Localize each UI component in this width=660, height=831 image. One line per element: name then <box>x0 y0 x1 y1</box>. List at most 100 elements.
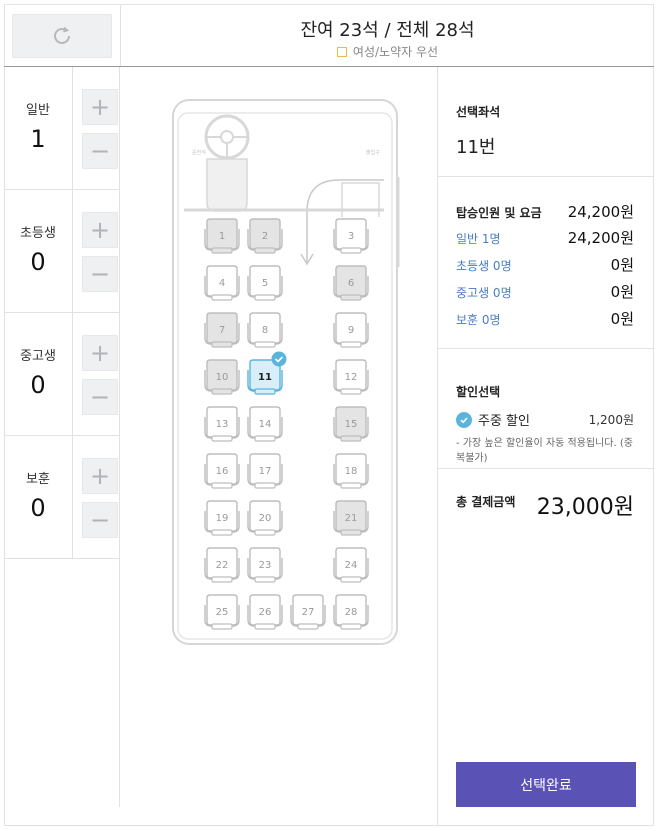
decrease-elementary-button[interactable]: − <box>82 256 118 292</box>
passenger-count: 0 <box>30 494 46 522</box>
seat-23[interactable]: 23 <box>247 547 283 583</box>
seat-17[interactable]: 17 <box>247 453 283 489</box>
discount-section: 할인선택 주중 할인 1,200원 - 가장 높은 할인율이 자동 적용됩니다.… <box>438 349 654 469</box>
summary-panel: 선택좌석 11번 탑승인원 및 요금 24,200원 일반 1명 24,200원… <box>437 67 654 826</box>
seat-number: 22 <box>216 560 229 571</box>
passenger-counter-panel: 일반 1 + − 초등생 0 + − 중고생 0 + − 보훈 0 + − <box>4 67 120 559</box>
fare-row-value: 0원 <box>610 283 634 301</box>
priority-legend-label: 여성/노약자 우선 <box>352 45 439 59</box>
seat-number: 25 <box>216 607 229 618</box>
seat-number: 6 <box>348 278 354 289</box>
refresh-button[interactable] <box>12 14 112 58</box>
seat-number: 5 <box>262 278 268 289</box>
seat-26[interactable]: 26 <box>247 594 283 630</box>
confirm-selection-button[interactable]: 선택완료 <box>456 762 636 807</box>
seat-number: 26 <box>259 607 272 618</box>
check-icon <box>456 411 472 428</box>
fare-row-label: 초등생 0명 <box>456 259 512 273</box>
seat-21: 21 <box>333 500 369 536</box>
seat-number: 23 <box>259 560 272 571</box>
seat-18[interactable]: 18 <box>333 453 369 489</box>
seat-number: 15 <box>345 419 358 430</box>
seat-12[interactable]: 12 <box>333 359 369 395</box>
seat-7: 7 <box>204 312 240 348</box>
seat-map-area: 운전석 출입구 1 2 3 4 5 6 7 8 9 10 11 12 13 14 15 16 17 18 19 20 2… <box>120 67 438 827</box>
seat-8[interactable]: 8 <box>247 312 283 348</box>
driver-seat <box>206 158 248 212</box>
seat-16[interactable]: 16 <box>204 453 240 489</box>
fare-row: 초등생 0명 0원 <box>456 254 634 275</box>
selected-seat-value: 11번 <box>456 137 496 158</box>
seat-2: 2 <box>247 218 283 254</box>
seat-4[interactable]: 4 <box>204 265 240 301</box>
discount-label: 할인선택 <box>456 385 501 399</box>
increase-veteran-button[interactable]: + <box>82 458 118 494</box>
discount-option-label: 주중 할인 <box>478 414 530 429</box>
seat-number: 16 <box>216 466 229 477</box>
fare-header-label: 탑승인원 및 요금 <box>456 206 542 220</box>
refresh-icon <box>54 26 70 44</box>
increase-elementary-button[interactable]: + <box>82 212 118 248</box>
priority-legend-swatch <box>336 47 347 57</box>
fare-row-value: 0원 <box>610 310 634 328</box>
seat-10: 10 <box>204 359 240 395</box>
seat-5[interactable]: 5 <box>247 265 283 301</box>
fare-row: 일반 1명 24,200원 <box>456 227 634 248</box>
seat-13[interactable]: 13 <box>204 406 240 442</box>
fare-header-value: 24,200원 <box>567 203 634 221</box>
passenger-type-label: 보훈 <box>26 472 50 487</box>
decrease-veteran-button[interactable]: − <box>82 502 118 538</box>
discount-amount: 1,200원 <box>588 413 634 427</box>
seat-9[interactable]: 9 <box>333 312 369 348</box>
seat-25[interactable]: 25 <box>204 594 240 630</box>
discount-option[interactable]: 주중 할인 1,200원 <box>456 410 634 429</box>
seat-20[interactable]: 20 <box>247 500 283 536</box>
fare-row-label: 일반 1명 <box>456 232 501 246</box>
bus-seat-map: 운전석 출입구 1 2 34 5 67 8 910 11 1213 14 1516 17 1819 20 2… <box>172 99 400 645</box>
seat-27[interactable]: 27 <box>290 594 326 630</box>
passenger-type-elementary: 초등생 0 + − <box>4 190 119 313</box>
discount-note: - 가장 높은 할인율이 자동 적용됩니다. (중복불가) <box>456 438 633 464</box>
seat-number: 13 <box>216 419 229 430</box>
seat-number: 11 <box>258 372 272 383</box>
seat-count-title: 잔여 23석 / 전체 28석 <box>300 20 475 41</box>
seat-number: 28 <box>345 607 358 618</box>
seat-number: 14 <box>259 419 272 430</box>
decrease-general-button[interactable]: − <box>82 133 118 169</box>
total-label: 총 결제금액 <box>456 495 516 509</box>
seat-22[interactable]: 22 <box>204 547 240 583</box>
passenger-type-veteran: 보훈 0 + − <box>4 436 119 559</box>
selected-check-icon <box>271 351 287 367</box>
seat-number: 2 <box>262 231 268 242</box>
seat-number: 20 <box>259 513 272 524</box>
passenger-count: 1 <box>30 125 46 153</box>
priority-legend: 여성/노약자 우선 <box>121 43 654 60</box>
passenger-type-student: 중고생 0 + − <box>4 313 119 436</box>
increase-student-button[interactable]: + <box>82 335 118 371</box>
passenger-type-label: 일반 <box>26 103 50 118</box>
seat-3[interactable]: 3 <box>333 218 369 254</box>
passenger-type-general: 일반 1 + − <box>4 67 119 190</box>
increase-general-button[interactable]: + <box>82 89 118 125</box>
seat-number: 21 <box>345 513 358 524</box>
passenger-type-label: 중고생 <box>20 349 56 364</box>
fare-header-row: 탑승인원 및 요금 24,200원 <box>456 201 634 222</box>
door-label: 출입구 <box>366 149 380 156</box>
seat-1: 1 <box>204 218 240 254</box>
seat-14[interactable]: 14 <box>247 406 283 442</box>
seat-6: 6 <box>333 265 369 301</box>
seat-number: 4 <box>219 278 225 289</box>
selected-seat-label: 선택좌석 <box>456 105 501 119</box>
driver-seat-label: 운전석 <box>192 149 206 156</box>
seat-19[interactable]: 19 <box>204 500 240 536</box>
seat-28[interactable]: 28 <box>333 594 369 630</box>
seat-24[interactable]: 24 <box>333 547 369 583</box>
decrease-student-button[interactable]: − <box>82 379 118 415</box>
seat-number: 27 <box>302 607 315 618</box>
fare-row-value: 24,200원 <box>567 229 634 247</box>
seat-number: 8 <box>262 325 268 336</box>
fare-row-value: 0원 <box>610 256 634 274</box>
passenger-count: 0 <box>30 248 46 276</box>
passenger-type-label: 초등생 <box>20 226 56 241</box>
selected-seat-section: 선택좌석 11번 <box>438 67 654 177</box>
